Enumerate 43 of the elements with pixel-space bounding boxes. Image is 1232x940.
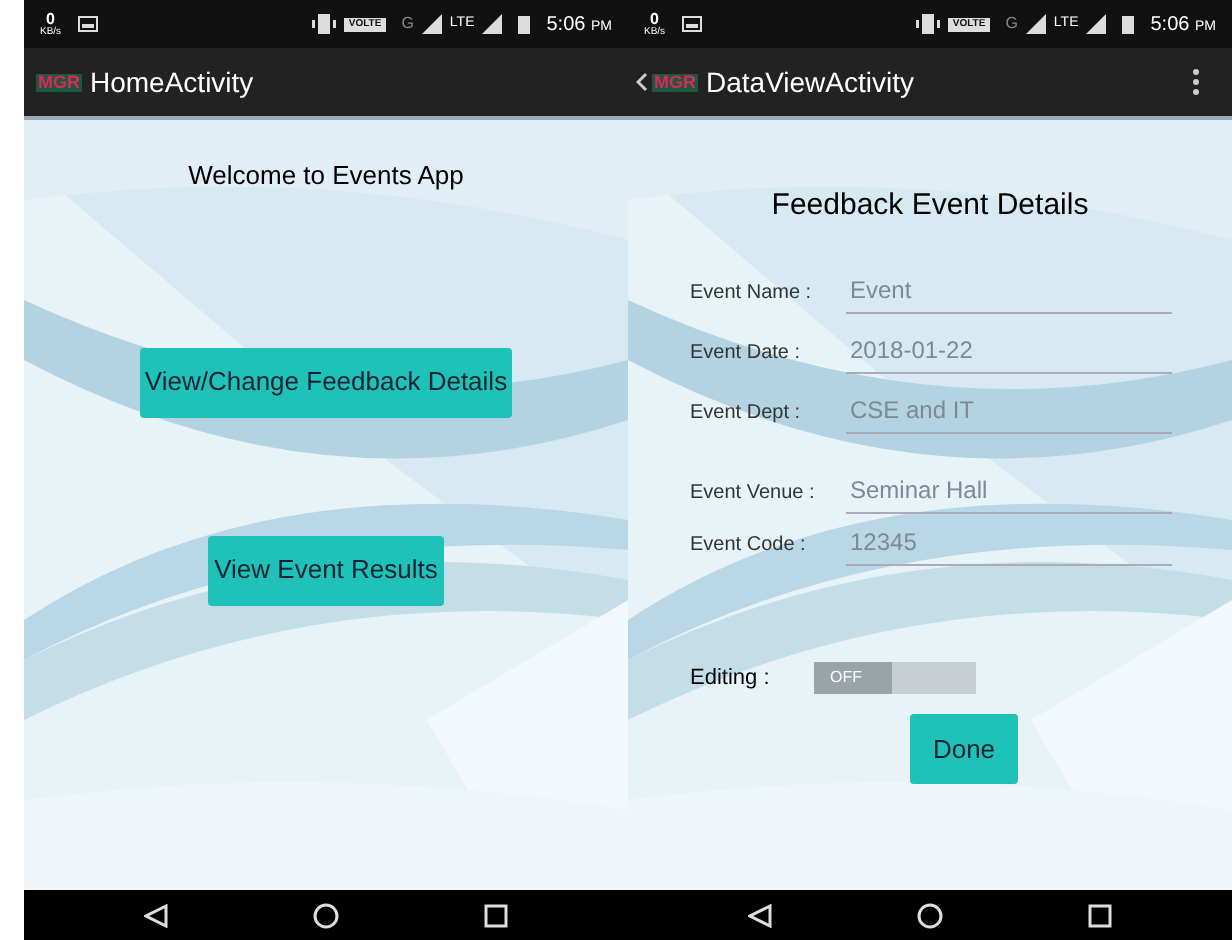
app-logo: MGR [36,73,82,91]
back-icon[interactable] [636,72,648,92]
image-icon [77,16,98,32]
signal-icon [1025,14,1046,34]
done-button[interactable]: Done [910,714,1018,784]
app-logo: MGR [652,73,698,91]
battery-icon [518,14,531,34]
overflow-menu-icon[interactable] [1192,68,1200,96]
app-title: HomeActivity [90,63,254,102]
home-icon[interactable] [916,901,944,929]
recents-icon[interactable] [1088,903,1112,927]
field-label: Event Venue : [690,479,817,507]
field-label: Event Name : [690,279,814,307]
network-text: G [1005,12,1018,36]
editing-label: Editing : [690,663,772,693]
input-field[interactable]: 12345 [846,523,1172,565]
signal-icon [1086,14,1107,34]
speed-text: 0 [46,11,55,27]
app-title: DataViewActivity [706,63,915,102]
feedback-details-button[interactable]: View/Change Feedback Details [140,347,512,417]
signal-icon [482,14,503,34]
signal-icon [421,14,442,34]
speed-text: 0 [650,11,659,27]
home-icon[interactable] [312,901,340,929]
event-results-button[interactable]: View Event Results [208,535,444,605]
input-field[interactable]: Seminar Hall [846,471,1172,513]
network-text: G [401,12,414,36]
vibrate-icon [312,14,337,34]
battery-icon [1122,14,1135,34]
field-label: Event Dept : [690,399,803,427]
recents-icon[interactable] [484,903,508,927]
welcome-heading: Welcome to Events App [188,158,464,194]
back-icon[interactable] [144,903,168,927]
input-field[interactable]: 2018-01-22 [846,331,1172,373]
field-label: Event Date : [690,339,803,367]
input-field[interactable]: CSE and IT [846,391,1172,433]
editing-toggle[interactable]: OFF [814,661,976,694]
form-heading: Feedback Event Details [771,186,1089,226]
input-field[interactable]: Event [846,271,1172,313]
image-icon [681,16,702,32]
vibrate-icon [916,14,941,34]
field-label: Event Code : [690,531,808,559]
back-icon[interactable] [748,903,772,927]
